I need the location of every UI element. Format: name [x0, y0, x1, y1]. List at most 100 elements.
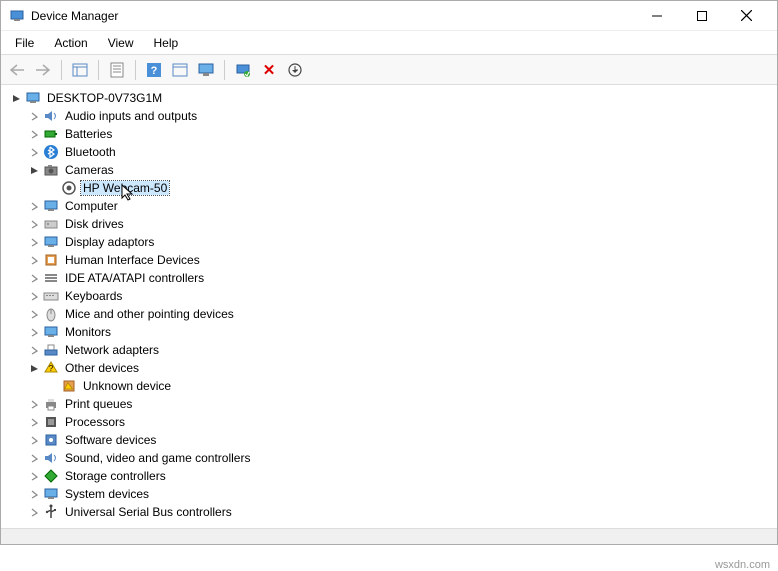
delete-icon[interactable]: ✕ — [257, 58, 281, 82]
device-category-icon — [43, 432, 59, 448]
expand-arrow-icon[interactable] — [27, 433, 41, 447]
device-manager-window: Device Manager File Action View Help — [0, 0, 778, 545]
update-driver-icon[interactable] — [283, 58, 307, 82]
device-category-icon — [43, 252, 59, 268]
tree-node[interactable]: Software devices — [9, 431, 769, 449]
tree-node[interactable]: Computer — [9, 197, 769, 215]
svg-text:?: ? — [151, 65, 158, 77]
node-label: Mice and other pointing devices — [63, 307, 236, 321]
uninstall-icon[interactable] — [168, 58, 192, 82]
toolbar: ? ✕ — [1, 55, 777, 85]
toolbar-separator — [224, 60, 225, 80]
tree-node[interactable]: Print queues — [9, 395, 769, 413]
expand-arrow-icon[interactable] — [27, 163, 41, 177]
device-tree[interactable]: DESKTOP-0V73G1M Audio inputs and outputs… — [1, 85, 777, 528]
expand-arrow-icon[interactable] — [27, 451, 41, 465]
tree-node[interactable]: Mice and other pointing devices — [9, 305, 769, 323]
expand-arrow-icon[interactable] — [27, 253, 41, 267]
close-button[interactable] — [724, 2, 769, 30]
expand-arrow-icon[interactable] — [27, 127, 41, 141]
node-label: Storage controllers — [63, 469, 168, 483]
tree-node[interactable]: HP Webcam-50 — [9, 179, 769, 197]
expand-arrow-icon[interactable] — [27, 469, 41, 483]
tree-node[interactable]: System devices — [9, 485, 769, 503]
device-category-icon — [43, 468, 59, 484]
node-label: Processors — [63, 415, 127, 429]
help-icon[interactable]: ? — [142, 58, 166, 82]
window-title: Device Manager — [31, 9, 634, 23]
expand-arrow-icon[interactable] — [27, 109, 41, 123]
device-category-icon: ? — [43, 360, 59, 376]
tree-node[interactable]: Batteries — [9, 125, 769, 143]
menu-view[interactable]: View — [98, 33, 144, 53]
device-category-icon — [43, 234, 59, 250]
device-category-icon — [43, 486, 59, 502]
expand-arrow-icon[interactable] — [27, 415, 41, 429]
expand-arrow-icon[interactable] — [27, 271, 41, 285]
toolbar-separator — [135, 60, 136, 80]
device-category-icon — [43, 504, 59, 520]
tree-node[interactable]: Cameras — [9, 161, 769, 179]
maximize-button[interactable] — [679, 2, 724, 30]
tree-node[interactable]: Bluetooth — [9, 143, 769, 161]
device-category-icon — [43, 216, 59, 232]
expand-arrow-icon[interactable] — [27, 307, 41, 321]
device-category-icon — [43, 126, 59, 142]
tree-node[interactable]: Unknown device — [9, 377, 769, 395]
minimize-button[interactable] — [634, 2, 679, 30]
node-label: Unknown device — [81, 379, 173, 393]
node-label: Keyboards — [63, 289, 124, 303]
properties-icon[interactable] — [105, 58, 129, 82]
tree-node[interactable]: Sound, video and game controllers — [9, 449, 769, 467]
expand-arrow-icon[interactable] — [27, 235, 41, 249]
device-category-icon — [43, 108, 59, 124]
expand-arrow-icon[interactable] — [27, 217, 41, 231]
expand-arrow-icon[interactable] — [27, 199, 41, 213]
expand-arrow-icon[interactable] — [27, 397, 41, 411]
expand-arrow-icon[interactable] — [27, 505, 41, 519]
node-label: Disk drives — [63, 217, 126, 231]
root-label: DESKTOP-0V73G1M — [45, 91, 164, 105]
tree-node[interactable]: Network adapters — [9, 341, 769, 359]
tree-node[interactable]: Monitors — [9, 323, 769, 341]
tree-node[interactable]: Disk drives — [9, 215, 769, 233]
tree-node[interactable]: Storage controllers — [9, 467, 769, 485]
device-category-icon — [43, 324, 59, 340]
node-label: IDE ATA/ATAPI controllers — [63, 271, 206, 285]
tree-node[interactable]: IDE ATA/ATAPI controllers — [9, 269, 769, 287]
monitor-icon[interactable] — [194, 58, 218, 82]
menu-action[interactable]: Action — [44, 33, 97, 53]
forward-button[interactable] — [31, 58, 55, 82]
tree-node[interactable]: Human Interface Devices — [9, 251, 769, 269]
expand-arrow-icon[interactable] — [27, 325, 41, 339]
node-label: Cameras — [63, 163, 116, 177]
tree-node[interactable]: Keyboards — [9, 287, 769, 305]
device-category-icon — [43, 144, 59, 160]
expand-arrow-icon[interactable] — [27, 289, 41, 303]
horizontal-scrollbar[interactable] — [1, 528, 777, 544]
menu-file[interactable]: File — [5, 33, 44, 53]
expand-arrow-icon[interactable] — [27, 145, 41, 159]
back-button[interactable] — [5, 58, 29, 82]
toolbar-separator — [61, 60, 62, 80]
tree-node[interactable]: Display adaptors — [9, 233, 769, 251]
tree-node[interactable]: Processors — [9, 413, 769, 431]
tree-node[interactable]: ?Other devices — [9, 359, 769, 377]
tree-node[interactable]: Universal Serial Bus controllers — [9, 503, 769, 521]
tree-root[interactable]: DESKTOP-0V73G1M — [9, 89, 769, 107]
expand-arrow-icon[interactable] — [27, 343, 41, 357]
expand-arrow-icon[interactable] — [27, 361, 41, 375]
watermark: wsxdn.com — [715, 559, 770, 571]
menu-help[interactable]: Help — [144, 33, 189, 53]
device-category-icon — [43, 288, 59, 304]
node-label: Batteries — [63, 127, 114, 141]
scan-hardware-icon[interactable] — [231, 58, 255, 82]
computer-icon — [25, 90, 41, 106]
svg-text:?: ? — [49, 364, 54, 373]
expand-arrow-icon[interactable] — [9, 91, 23, 105]
app-icon — [9, 8, 25, 24]
show-hidden-icon[interactable] — [68, 58, 92, 82]
tree-node[interactable]: Audio inputs and outputs — [9, 107, 769, 125]
expand-arrow-icon[interactable] — [27, 487, 41, 501]
node-label: Sound, video and game controllers — [63, 451, 252, 465]
